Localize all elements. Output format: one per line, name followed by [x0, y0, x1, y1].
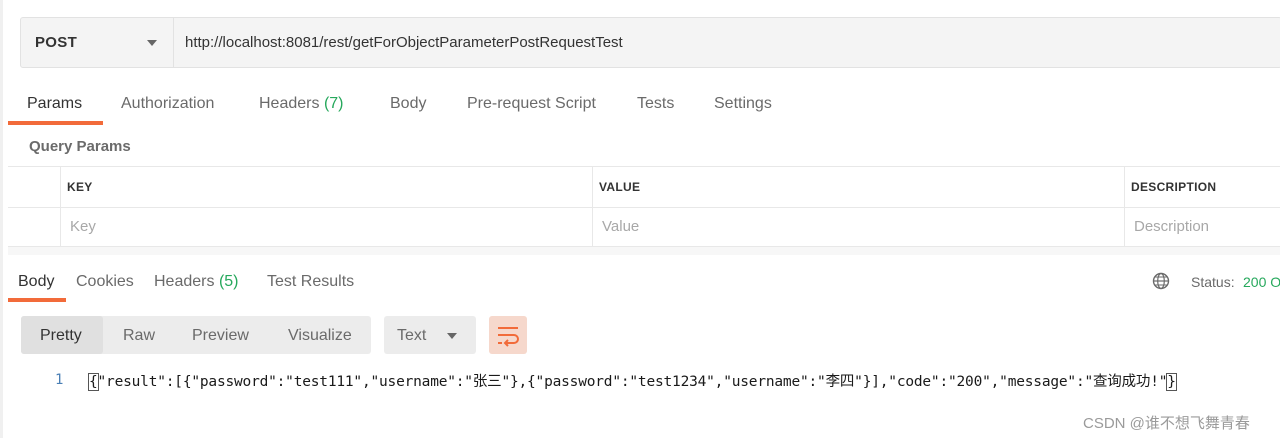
response-tab-body[interactable]: Body: [18, 273, 54, 291]
response-tab-headers-label: Headers: [154, 273, 215, 290]
tab-settings[interactable]: Settings: [714, 95, 772, 113]
active-tab-indicator: [8, 121, 103, 125]
view-mode-preview[interactable]: Preview: [192, 327, 249, 345]
response-tab-cookies[interactable]: Cookies: [76, 273, 134, 291]
query-params-table: KEY VALUE DESCRIPTION Key Value Descript…: [8, 166, 1280, 247]
table-column-divider: [1124, 167, 1125, 247]
format-select[interactable]: Text: [384, 316, 476, 354]
view-mode-visualize[interactable]: Visualize: [288, 327, 352, 345]
key-input[interactable]: Key: [70, 218, 96, 235]
tab-prerequest-script[interactable]: Pre-request Script: [467, 95, 596, 113]
tab-tests[interactable]: Tests: [637, 95, 674, 113]
table-column-divider: [592, 167, 593, 247]
tab-params[interactable]: Params: [27, 95, 82, 113]
value-input[interactable]: Value: [602, 218, 639, 235]
view-mode-raw[interactable]: Raw: [123, 327, 155, 345]
column-header-description: DESCRIPTION: [1131, 180, 1217, 194]
wrap-lines-button[interactable]: [489, 316, 527, 354]
query-params-title: Query Params: [29, 138, 131, 155]
brace-close: }: [1166, 373, 1177, 391]
column-header-value: VALUE: [599, 180, 641, 194]
status-value: 200 O: [1243, 274, 1280, 290]
response-body-code[interactable]: {"result":[{"password":"test111","userna…: [88, 370, 1177, 391]
view-mode-pretty[interactable]: Pretty: [40, 327, 82, 345]
response-active-tab-indicator: [8, 298, 66, 302]
watermark: CSDN @谁不想飞舞青春: [1083, 415, 1250, 432]
tab-authorization[interactable]: Authorization: [121, 95, 214, 113]
response-tab-headers-count: (5): [218, 273, 239, 290]
globe-icon[interactable]: [1152, 272, 1170, 290]
tab-headers-label: Headers: [259, 95, 320, 112]
chevron-down-icon: [147, 40, 157, 46]
tab-headers[interactable]: Headers (7): [259, 95, 344, 113]
response-tab-test-results[interactable]: Test Results: [267, 273, 354, 291]
description-input[interactable]: Description: [1134, 218, 1209, 235]
pane-divider[interactable]: [8, 247, 1280, 255]
status-label: Status:: [1191, 274, 1235, 290]
brace-open: {: [88, 373, 99, 391]
wrap-lines-icon: [498, 327, 519, 347]
app-left-border: [0, 0, 3, 438]
table-column-divider: [60, 167, 61, 247]
view-mode-selector: Pretty Raw Preview Visualize: [21, 316, 371, 354]
method-select[interactable]: POST: [21, 18, 174, 67]
response-body-text: "result":[{"password":"test111","usernam…: [97, 374, 1168, 390]
url-input[interactable]: http://localhost:8081/rest/getForObjectP…: [185, 34, 623, 51]
chevron-down-icon: [447, 333, 457, 339]
format-label: Text: [397, 327, 427, 344]
response-tab-headers[interactable]: Headers (5): [154, 273, 239, 291]
tab-body[interactable]: Body: [390, 95, 426, 113]
tab-headers-count: (7): [323, 95, 344, 112]
column-header-key: KEY: [67, 180, 93, 194]
table-row-divider: [8, 207, 1280, 208]
line-number: 1: [55, 372, 64, 388]
request-bar: POST http://localhost:8081/rest/getForOb…: [20, 17, 1280, 68]
method-label: POST: [35, 34, 78, 51]
